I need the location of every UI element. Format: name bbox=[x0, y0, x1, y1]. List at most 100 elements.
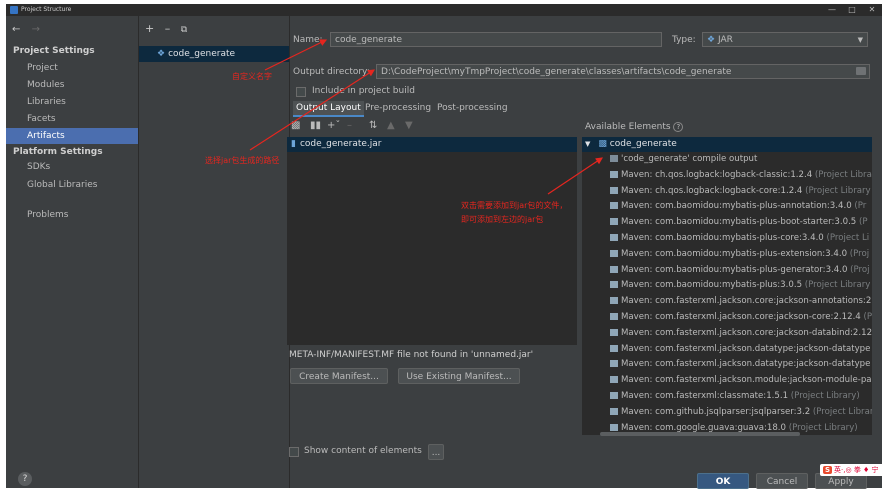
library-icon bbox=[610, 360, 618, 368]
chevron-down-icon[interactable]: ▼ bbox=[585, 140, 590, 148]
tab-pre-processing[interactable]: Pre-processing bbox=[362, 101, 434, 115]
library-icon bbox=[610, 407, 618, 415]
compile-output-folder-icon bbox=[610, 155, 618, 162]
show-content-label: Show content of elements bbox=[304, 446, 422, 456]
sidebar-item-facets[interactable]: Facets bbox=[6, 111, 138, 127]
library-item[interactable]: Maven: com.fasterxml.jackson.core:jackso… bbox=[582, 326, 872, 342]
artifacts-toolbar: + – ⧉ bbox=[145, 22, 194, 35]
sidebar-item-libraries[interactable]: Libraries bbox=[6, 94, 138, 110]
minimize-icon[interactable]: — bbox=[822, 4, 842, 16]
remove-icon[interactable]: – bbox=[347, 120, 352, 131]
output-jar-label: code_generate.jar bbox=[299, 139, 382, 149]
library-icon bbox=[610, 344, 618, 352]
type-combo[interactable]: ❖ JAR ▼ bbox=[702, 32, 868, 47]
show-content-more-button[interactable]: ... bbox=[428, 444, 444, 460]
library-icon bbox=[610, 328, 618, 336]
tab-output-layout[interactable]: Output Layout bbox=[293, 101, 364, 117]
library-item[interactable]: Maven: com.fasterxml.jackson.core:jackso… bbox=[582, 294, 872, 310]
library-item[interactable]: Maven: com.baomidou:mybatis-plus-extensi… bbox=[582, 247, 872, 263]
library-item[interactable]: Maven: com.fasterxml.jackson.datatype:ja… bbox=[582, 342, 872, 358]
move-down-icon[interactable]: ▼ bbox=[405, 120, 413, 131]
annotation-jar-path: 选择jar包生成的路径 bbox=[205, 156, 280, 165]
library-name: Maven: com.fasterxml.jackson.datatype:ja… bbox=[621, 343, 871, 354]
nav-arrows: ← → bbox=[12, 24, 48, 35]
browse-folder-icon[interactable] bbox=[856, 67, 866, 75]
help-icon[interactable]: ? bbox=[18, 472, 32, 486]
include-in-build-label: Include in project build bbox=[312, 86, 415, 96]
question-help-icon[interactable]: ? bbox=[673, 122, 684, 132]
artifact-diamond-icon: ❖ bbox=[157, 49, 166, 59]
library-item[interactable]: Maven: ch.qos.logback:logback-core:1.2.4… bbox=[582, 184, 872, 200]
compile-output-item[interactable]: 'code_generate' compile output bbox=[582, 152, 872, 168]
library-name: Maven: ch.qos.logback:logback-classic:1.… bbox=[621, 169, 813, 180]
manifest-warning: META-INF/MANIFEST.MF file not found in '… bbox=[289, 350, 534, 360]
add-artifact-icon[interactable]: + bbox=[145, 22, 154, 35]
include-in-build-checkbox[interactable] bbox=[296, 87, 306, 97]
name-input[interactable]: code_generate bbox=[330, 32, 662, 47]
library-icon bbox=[610, 202, 618, 210]
library-icon bbox=[610, 312, 618, 320]
library-item[interactable]: Maven: com.baomidou:mybatis-plus-annotat… bbox=[582, 199, 872, 215]
library-item[interactable]: Maven: com.fasterxml.jackson.module:jack… bbox=[582, 373, 872, 389]
jar-type-icon: ❖ bbox=[707, 35, 716, 45]
library-item[interactable]: Maven: com.baomidou:mybatis-plus:3.0.5 (… bbox=[582, 278, 872, 294]
available-elements-header: Available Elements ? bbox=[585, 122, 684, 132]
library-icon bbox=[610, 170, 618, 178]
forward-arrow-icon[interactable]: → bbox=[32, 24, 40, 35]
horizontal-scrollbar[interactable] bbox=[600, 432, 800, 436]
sidebar-item-global-libraries[interactable]: Global Libraries bbox=[6, 177, 138, 193]
output-jar-item[interactable]: ▮ code_generate.jar bbox=[287, 137, 577, 152]
show-content-checkbox[interactable] bbox=[289, 447, 299, 457]
create-manifest-button[interactable]: Create Manifest... bbox=[290, 368, 388, 384]
sidebar-item-artifacts[interactable]: Artifacts bbox=[6, 128, 138, 144]
close-icon[interactable]: ✕ bbox=[862, 4, 882, 16]
archive-icon[interactable]: ▮▮ bbox=[310, 120, 321, 131]
annotation-dblclick-1: 双击需要添加到jar包的文件， bbox=[461, 201, 568, 210]
artifact-list-item[interactable]: ❖ code_generate bbox=[139, 46, 289, 62]
library-item[interactable]: Maven: ch.qos.logback:logback-classic:1.… bbox=[582, 168, 872, 184]
back-arrow-icon[interactable]: ← bbox=[12, 24, 20, 35]
available-elements-list: 'code_generate' compile output Maven: ch… bbox=[582, 152, 872, 435]
library-suffix: (Project Librar bbox=[810, 406, 872, 417]
sidebar-item-modules[interactable]: Modules bbox=[6, 77, 138, 93]
intellij-app-icon bbox=[10, 6, 18, 14]
ok-button[interactable]: OK bbox=[697, 473, 749, 489]
copy-artifact-icon[interactable]: ⧉ bbox=[181, 25, 187, 35]
library-item[interactable]: Maven: com.fasterxml:classmate:1.5.1 (Pr… bbox=[582, 389, 872, 405]
library-item[interactable]: Maven: com.fasterxml.jackson.core:jackso… bbox=[582, 310, 872, 326]
library-item[interactable]: Maven: com.baomidou:mybatis-plus-core:3.… bbox=[582, 231, 872, 247]
library-name: Maven: com.fasterxml.jackson.core:jackso… bbox=[621, 296, 872, 307]
maximize-icon[interactable]: □ bbox=[842, 4, 862, 16]
library-suffix: (Project Library bbox=[802, 280, 871, 291]
artifact-item-label: code_generate bbox=[168, 49, 236, 59]
folder-icon[interactable]: ▩ bbox=[291, 120, 300, 131]
output-directory-label: Output directory: bbox=[293, 67, 370, 77]
tab-post-processing[interactable]: Post-processing bbox=[434, 101, 511, 115]
output-directory-value: D:\CodeProject\myTmpProject\code_generat… bbox=[381, 67, 732, 77]
sidebar-item-problems[interactable]: Problems bbox=[6, 207, 138, 223]
sidebar-item-sdks[interactable]: SDKs bbox=[6, 159, 138, 175]
library-icon bbox=[610, 233, 618, 241]
move-up-icon[interactable]: ▲ bbox=[387, 120, 395, 131]
library-icon bbox=[610, 391, 618, 399]
add-copy-icon[interactable]: +ˇ bbox=[327, 120, 340, 131]
library-icon bbox=[610, 218, 618, 226]
output-directory-input[interactable]: D:\CodeProject\myTmpProject\code_generat… bbox=[376, 64, 870, 79]
available-root-label: code_generate bbox=[609, 139, 677, 149]
library-suffix: (Pr bbox=[863, 311, 873, 322]
library-name: Maven: com.baomidou:mybatis-plus-extensi… bbox=[621, 248, 848, 259]
library-item[interactable]: Maven: com.github.jsqlparser:jsqlparser:… bbox=[582, 405, 872, 421]
use-existing-manifest-button[interactable]: Use Existing Manifest... bbox=[398, 368, 520, 384]
library-item[interactable]: Maven: com.baomidou:mybatis-plus-boot-st… bbox=[582, 215, 872, 231]
library-item[interactable]: Maven: com.baomidou:mybatis-plus-generat… bbox=[582, 263, 872, 279]
sidebar-item-project[interactable]: Project bbox=[6, 60, 138, 76]
remove-artifact-icon[interactable]: – bbox=[165, 22, 171, 35]
sort-icon[interactable]: ⇅ bbox=[369, 120, 377, 131]
library-item[interactable]: Maven: com.fasterxml.jackson.datatype:ja… bbox=[582, 357, 872, 373]
cancel-button[interactable]: Cancel bbox=[756, 473, 808, 489]
available-root-node[interactable]: ▼ ▩ code_generate bbox=[582, 137, 872, 152]
input-method-watermark: S 英·,◎ 拳 ♦ 宁 bbox=[820, 464, 885, 476]
library-name: Maven: com.baomidou:mybatis-plus-annotat… bbox=[621, 201, 852, 212]
library-suffix: (Project Library bbox=[802, 185, 871, 196]
library-name: Maven: ch.qos.logback:logback-core:1.2.4 bbox=[621, 185, 803, 196]
